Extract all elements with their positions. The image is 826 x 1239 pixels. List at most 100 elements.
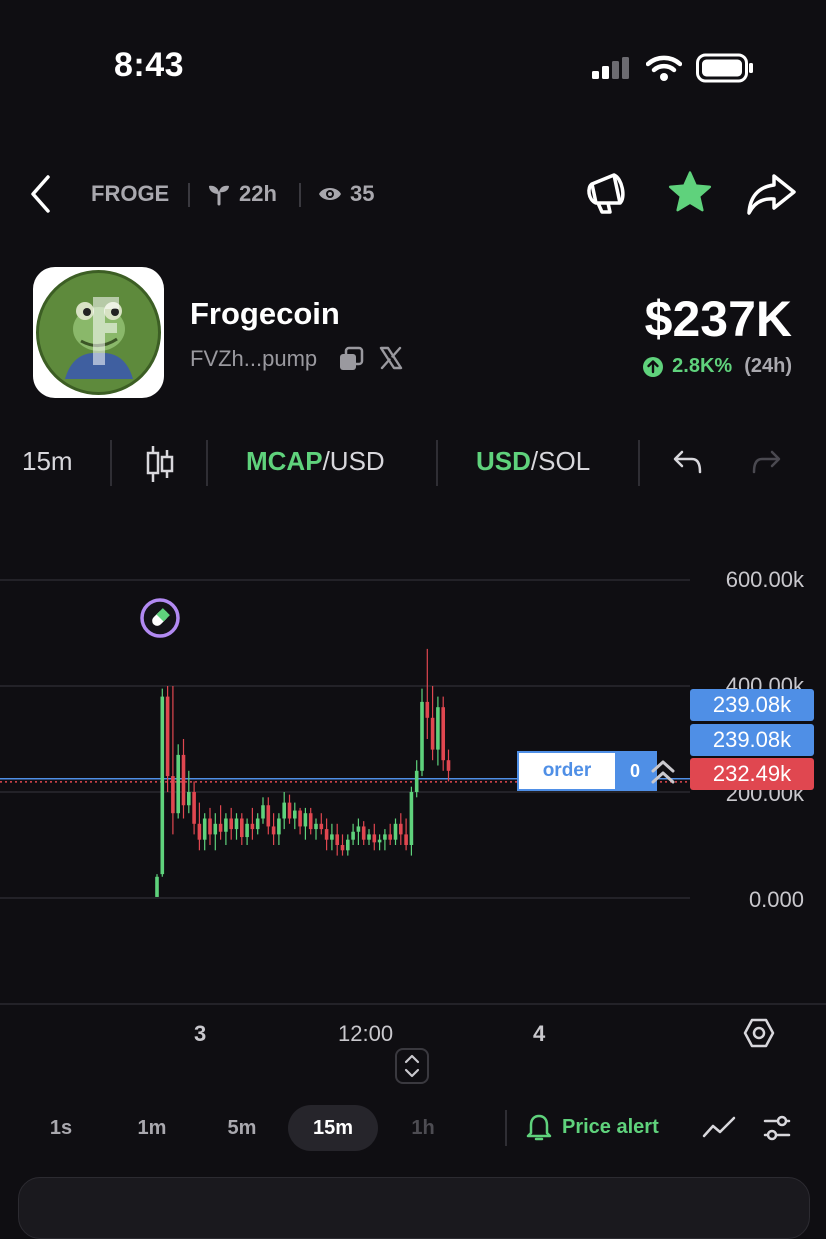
candle-body xyxy=(165,696,170,777)
candlestick-icon xyxy=(146,446,174,482)
redo-icon xyxy=(752,450,781,474)
candle-body xyxy=(409,792,414,845)
candle-body xyxy=(441,707,445,761)
candle-body xyxy=(340,845,345,851)
price-label-current: 232.49k xyxy=(690,758,814,790)
candle-body xyxy=(335,834,339,845)
back-button[interactable] xyxy=(26,174,58,214)
x-tick-label: 3 xyxy=(194,1021,207,1046)
candle-body xyxy=(404,834,408,845)
bottom-sheet[interactable] xyxy=(18,1177,810,1239)
undo-button[interactable] xyxy=(672,448,704,481)
candle-body xyxy=(346,839,350,851)
header-watchers: 35 xyxy=(350,181,375,206)
chevron-up-down-icon xyxy=(404,1054,420,1078)
copy-icon[interactable] xyxy=(338,346,364,377)
mcap-usd-toggle[interactable]: MCAP/USD xyxy=(246,446,385,477)
candle-body xyxy=(372,834,377,843)
pill-marker-icon[interactable] xyxy=(139,597,181,644)
status-time: 8:43 xyxy=(114,46,185,84)
divider xyxy=(299,183,301,207)
candle-body xyxy=(208,818,212,835)
timeframe-5m[interactable]: 5m xyxy=(214,1105,270,1151)
undo-icon xyxy=(673,450,702,474)
candle-body xyxy=(245,823,249,838)
header-age: 22h xyxy=(239,181,277,206)
candle-body xyxy=(277,818,281,835)
candle-body xyxy=(388,834,392,840)
timeframe-1m[interactable]: 1m xyxy=(124,1105,180,1151)
arrow-up-circle-icon xyxy=(642,356,664,378)
hexagon-settings-icon xyxy=(743,1018,775,1048)
candle-body xyxy=(351,831,355,840)
candle-body xyxy=(229,818,233,830)
candle-body xyxy=(308,813,313,830)
price-change: 2.8K% (24h) xyxy=(642,355,792,378)
favorite-button[interactable] xyxy=(667,169,713,220)
redo-button[interactable] xyxy=(750,448,782,481)
candle-body xyxy=(356,826,361,832)
chart-options-button[interactable] xyxy=(762,1112,792,1149)
order-widget[interactable]: order 0 xyxy=(517,751,657,791)
mcap-label: MCAP xyxy=(246,446,323,476)
timeframe-15m[interactable]: 15m xyxy=(288,1105,378,1151)
price-alert-label: Price alert xyxy=(562,1115,659,1138)
share-button[interactable] xyxy=(746,172,798,221)
line-chart-icon xyxy=(702,1116,736,1138)
candle-body xyxy=(240,818,244,838)
candle-body xyxy=(298,810,302,827)
candle-body xyxy=(303,813,308,827)
star-icon xyxy=(668,171,712,212)
share-icon xyxy=(747,174,796,215)
candle-body xyxy=(425,701,430,718)
token-name: Frogecoin xyxy=(190,296,340,331)
megaphone-button[interactable] xyxy=(584,170,632,221)
wifi-icon xyxy=(645,54,683,87)
timeframe-1h[interactable]: 1h xyxy=(398,1105,448,1151)
usd-sol-toggle[interactable]: USD/SOL xyxy=(476,446,590,477)
y-tick-label: 0.000 xyxy=(748,887,804,912)
bell-icon xyxy=(526,1114,552,1141)
signal-icon xyxy=(592,57,632,79)
battery-icon xyxy=(696,53,754,88)
candle-body xyxy=(192,792,196,824)
token-logo xyxy=(33,267,164,398)
candle-body xyxy=(202,818,207,840)
candle-body xyxy=(271,826,276,835)
candle-body xyxy=(160,696,165,875)
x-tick-label: 12:00 xyxy=(338,1021,394,1046)
expand-chart-button[interactable] xyxy=(395,1048,429,1084)
candle-body xyxy=(224,818,228,832)
drag-handle-icon[interactable] xyxy=(647,757,679,792)
divider xyxy=(436,440,438,486)
candle-body xyxy=(213,823,218,835)
price-alert-button[interactable]: Price alert xyxy=(526,1112,659,1142)
candle-body xyxy=(436,707,440,750)
timeframe-1s[interactable]: 1s xyxy=(36,1105,86,1151)
candle-body xyxy=(383,834,387,840)
candle-body xyxy=(314,823,318,830)
market-cap-value: $237K xyxy=(644,291,792,347)
indicator-button[interactable] xyxy=(702,1114,736,1147)
order-label: order xyxy=(542,760,592,781)
candle-body xyxy=(414,770,419,792)
chart-type-button[interactable] xyxy=(145,444,175,489)
eye-icon xyxy=(318,184,342,209)
divider xyxy=(110,440,112,486)
candle-body xyxy=(330,834,334,840)
chart-settings-button[interactable] xyxy=(743,1017,775,1054)
sliders-icon xyxy=(763,1115,791,1141)
token-address: FVZh...pump xyxy=(190,346,318,371)
interval-selector[interactable]: 15m xyxy=(22,446,73,477)
candle-body xyxy=(293,810,297,819)
megaphone-icon xyxy=(587,173,625,214)
change-percent: 2.8K% xyxy=(672,355,733,377)
candle-body xyxy=(187,792,191,806)
x-tick-label: 4 xyxy=(533,1021,546,1046)
price-label-high: 239.08k xyxy=(690,689,814,721)
x-twitter-icon[interactable] xyxy=(379,346,403,375)
sprout-icon xyxy=(207,182,231,211)
candle-body xyxy=(319,823,324,830)
candle-body xyxy=(324,829,329,840)
candle-body xyxy=(282,802,286,819)
